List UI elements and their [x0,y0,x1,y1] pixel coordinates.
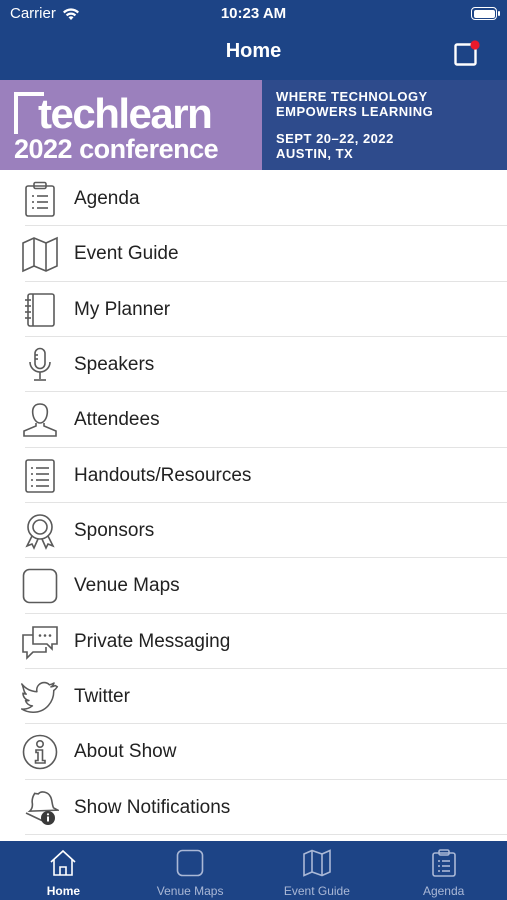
menu-item-venue-maps[interactable]: Venue Maps [0,558,507,615]
menu-item-twitter[interactable]: Twitter [0,669,507,725]
banner-location: AUSTIN, TX [276,146,354,161]
map-icon [22,237,58,273]
tab-label: Home [46,884,81,898]
menu-item-sponsors[interactable]: Sponsors [0,503,507,559]
banner-dates: SEPT 20–22, 2022 [276,131,394,146]
menu-item-about-show[interactable]: About Show [0,724,507,781]
menu-item-label: About Show [74,741,177,763]
tab-bar: Home Venue Maps Event Guide Agenda [0,841,507,900]
conference-banner: techlearn 2022 conference WHERE TECHNOLO… [0,80,507,170]
menu-item-label: Attendees [74,409,160,431]
menu-item-agenda[interactable]: Agenda [0,171,507,227]
notebook-icon [25,292,55,327]
menu-item-label: Event Guide [74,243,179,265]
chat-bubbles-icon [22,625,58,660]
menu-item-speakers[interactable]: Speakers [0,337,507,393]
banner-subtitle: 2022 conference [14,134,219,164]
banner-brand: techlearn [38,90,213,137]
menu-item-show-notifications[interactable]: Show Notifications [0,780,507,836]
menu-item-handouts-resources[interactable]: Handouts/Resources [0,448,507,504]
menu-item-label: Show Notifications [74,796,231,818]
info-icon [22,735,58,770]
tab-home[interactable]: Home [0,841,127,900]
twitter-bird-icon [21,681,59,714]
page-title: Home [225,40,282,62]
status-bar: Carrier 10:23 AM [0,0,507,28]
tab-venue-maps[interactable]: Venue Maps [127,841,254,900]
clipboard-icon [25,181,55,217]
map-icon [303,849,331,877]
tab-label: Agenda [422,884,465,898]
top-bar: Carrier 10:23 AM Home [0,0,507,80]
square-icon [22,569,58,604]
tab-event-guide[interactable]: Event Guide [254,841,381,900]
tab-agenda[interactable]: Agenda [380,841,507,900]
banner-logo-panel: techlearn 2022 conference [0,80,262,170]
bell-info-icon [25,790,59,825]
banner-info: WHERE TECHNOLOGY EMPOWERS LEARNING SEPT … [276,89,433,161]
menu-item-label: My Planner [74,298,171,320]
square-icon [176,849,204,877]
menu-item-label: Private Messaging [74,630,231,652]
home-menu: Agenda Event Guide My Planner Speakers A… [0,171,507,836]
status-time: 10:23 AM [220,5,287,22]
menu-item-attendees[interactable]: Attendees [0,392,507,449]
menu-item-label: Sponsors [74,520,155,542]
person-icon [23,403,57,438]
menu-item-event-guide[interactable]: Event Guide [0,226,507,283]
home-icon [50,849,76,876]
menu-item-label: Speakers [74,354,155,376]
banner-tagline-2: EMPOWERS LEARNING [276,104,434,119]
clipboard-icon [431,849,456,877]
menu-item-my-planner[interactable]: My Planner [0,282,507,338]
document-list-icon [25,458,55,493]
microphone-icon [29,347,51,381]
menu-item-private-messaging[interactable]: Private Messaging [0,614,507,670]
menu-item-label: Handouts/Resources [74,464,252,486]
menu-item-label: Agenda [74,188,140,209]
menu-item-label: Venue Maps [74,575,180,597]
award-ribbon-icon [25,514,55,550]
tab-label: Event Guide [283,884,350,898]
battery-icon [471,7,500,20]
tab-label: Venue Maps [156,884,224,898]
banner-tagline-1: WHERE TECHNOLOGY [276,89,428,104]
menu-item-label: Twitter [74,686,130,708]
notification-icon[interactable] [454,40,480,66]
